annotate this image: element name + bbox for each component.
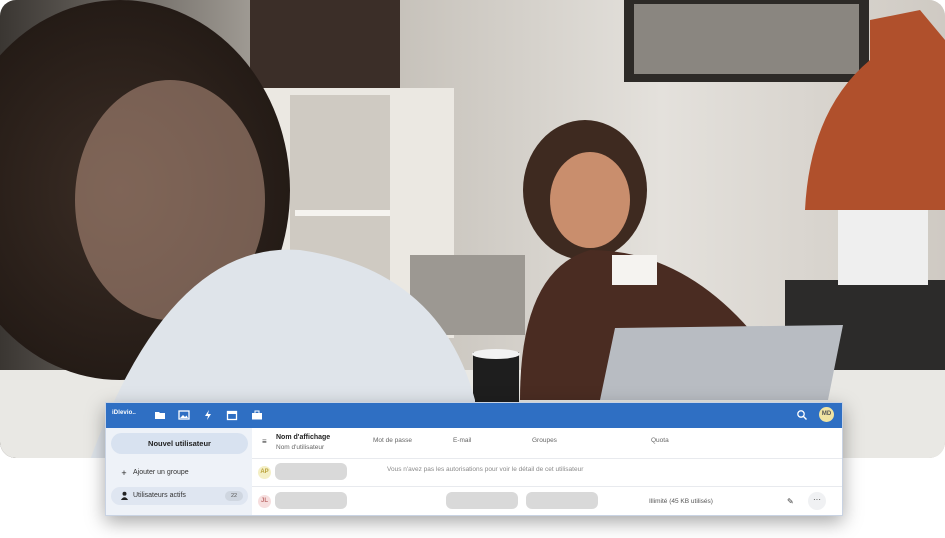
no-permission-message: Vous n'avez pas les autorisations pour v… <box>387 466 584 473</box>
plus-icon: + <box>121 468 127 478</box>
header-divider <box>252 458 842 459</box>
sort-icon[interactable]: ≡ <box>262 437 267 446</box>
user-icon <box>119 487 129 506</box>
user-avatar[interactable]: MD <box>819 407 834 422</box>
users-table: ≡ Nom d'affichage Nom d'utilisateur Mot … <box>252 428 842 515</box>
search-icon[interactable] <box>796 409 808 421</box>
header-quota: Quota <box>651 437 669 444</box>
header-password: Mot de passe <box>373 437 413 444</box>
folder-icon[interactable] <box>154 409 166 421</box>
more-actions-button[interactable]: ··· <box>808 492 826 510</box>
email-placeholder <box>446 492 518 509</box>
header-groups: Groupes <box>532 437 557 444</box>
sidebar: Nouvel utilisateur + Ajouter un groupe U… <box>106 428 252 515</box>
sidebar-item-active-users[interactable]: Utilisateurs actifs 22 <box>111 487 248 505</box>
row-divider <box>252 486 842 487</box>
briefcase-icon[interactable] <box>251 409 263 421</box>
avatar: AP <box>258 466 271 479</box>
header-email: E-mail <box>453 437 472 444</box>
active-users-label: Utilisateurs actifs <box>133 492 186 499</box>
add-group-label: Ajouter un groupe <box>133 469 189 476</box>
groups-placeholder <box>526 492 598 509</box>
quota-value: Illimité (45 KB utilisés) <box>649 498 713 505</box>
background-photo <box>0 0 945 458</box>
edit-icon[interactable]: ✎ <box>787 497 794 506</box>
avatar: JL <box>258 495 271 508</box>
header-username[interactable]: Nom d'utilisateur <box>276 444 324 451</box>
top-bar: iDlevio.. MD <box>106 403 842 428</box>
new-user-button[interactable]: Nouvel utilisateur <box>111 433 248 454</box>
display-name-placeholder <box>275 463 347 480</box>
active-users-count: 22 <box>225 491 243 501</box>
header-display-name[interactable]: Nom d'affichage <box>276 434 330 441</box>
lightning-icon[interactable] <box>202 409 214 421</box>
admin-window: iDlevio.. MD Nouvel utilisateur + Ajoute… <box>105 402 843 516</box>
app-logo[interactable]: iDlevio.. <box>112 410 136 416</box>
add-group-button[interactable]: + Ajouter un groupe <box>111 464 248 482</box>
display-name-placeholder <box>275 492 347 509</box>
calendar-icon[interactable] <box>226 409 238 421</box>
image-icon[interactable] <box>178 409 190 421</box>
